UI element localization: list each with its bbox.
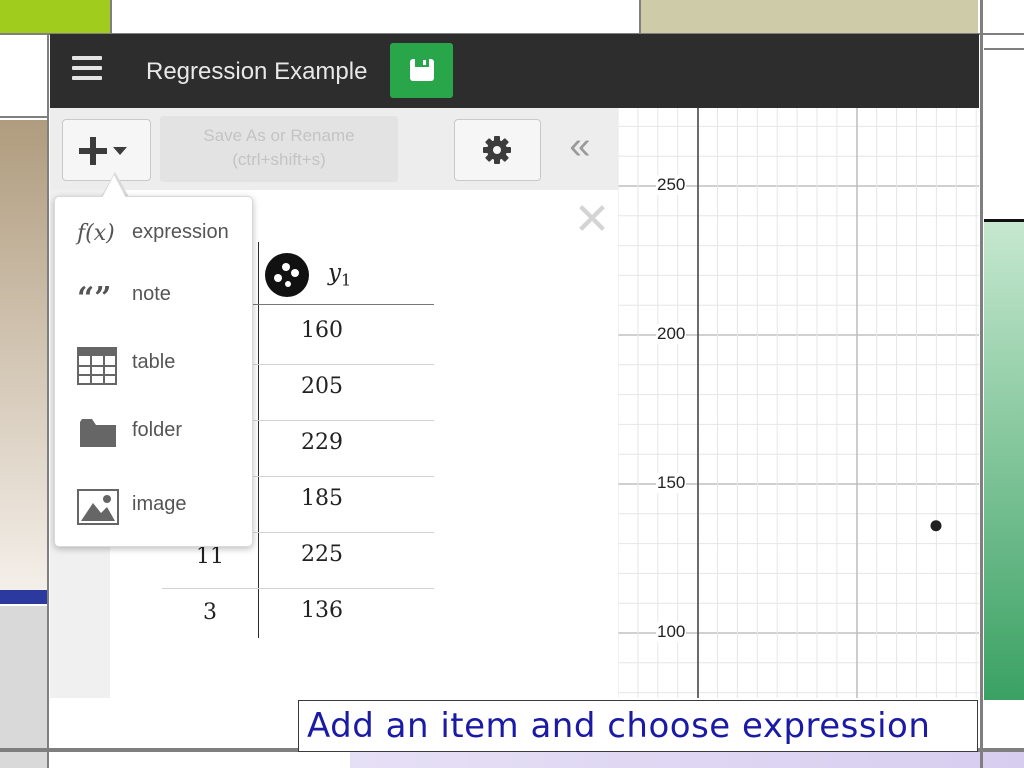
close-icon[interactable]: ✕ [572,198,612,242]
add-menu-item-label: table [132,351,176,373]
deco-gradient-left [0,120,47,590]
add-menu-item-label: note [132,283,171,305]
folder-icon [77,415,121,449]
data-point[interactable] [930,520,942,532]
table-icon [77,347,121,385]
frame-line-8 [639,0,641,33]
caption-text: Add an item and choose expression [307,706,931,746]
add-menu-item-table[interactable]: table [55,335,252,391]
table-y-cell[interactable]: 205 [262,374,382,399]
table-column-divider [258,242,259,638]
tooltip-line-1: Save As or Rename [203,126,355,145]
add-menu-item-label: image [132,493,187,515]
add-item-menu: f(x) expression “” note table folder image [54,175,253,547]
add-menu-item-folder[interactable]: folder [55,403,252,459]
y-tick-label: 100 [656,622,687,642]
deco-green-block [0,0,110,33]
collapse-list-icon[interactable]: « [560,127,600,168]
deco-blue-stripe [0,590,47,604]
y-header-sub: 1 [341,270,352,290]
add-menu-item-image[interactable]: image [55,477,252,533]
deco-olive-block [641,0,978,33]
y-tick-label: 150 [656,473,687,493]
slide-caption: Add an item and choose expression [298,700,978,752]
deco-black-line-right [984,219,1024,222]
caret-down-icon [113,147,127,155]
add-menu-item-note[interactable]: “” note [55,267,252,323]
graph-paper[interactable]: 250 200 150 100 [618,108,979,698]
settings-button[interactable] [454,119,541,181]
y-column-header[interactable]: y1 [328,260,351,290]
tooltip-line-2: (ctrl+shift+s) [232,150,326,169]
frame-line-6 [984,48,1024,50]
points-style-icon[interactable] [264,252,310,298]
graph-title[interactable]: Regression Example [146,58,367,86]
table-y-cell[interactable]: 160 [262,318,382,343]
table-x-cell[interactable]: 3 [162,600,258,625]
quote-icon: “” [77,281,112,316]
save-button[interactable] [390,43,453,98]
y-header-var: y [328,260,341,286]
frame-line-7 [110,0,112,33]
save-icon [410,59,434,81]
add-menu-item-label: folder [132,419,183,441]
hamburger-menu-icon[interactable] [72,56,104,82]
table-y-cell[interactable]: 136 [262,598,382,623]
function-icon: f(x) [77,221,115,246]
plus-icon [79,137,107,165]
y-tick-label: 250 [656,175,687,195]
save-as-tooltip: Save As or Rename (ctrl+shift+s) [160,116,398,182]
table-y-cell[interactable]: 225 [262,542,382,567]
deco-green-right [984,222,1024,700]
frame-line-2 [47,33,49,768]
frame-line-5 [0,116,47,118]
table-y-cell[interactable]: 229 [262,430,382,455]
add-menu-item-expression[interactable]: f(x) expression [55,205,252,261]
table-y-cell[interactable]: 185 [262,486,382,511]
frame-line-3 [980,0,983,768]
y-tick-label: 200 [656,324,687,344]
table-row-divider [162,588,434,589]
add-menu-item-label: expression [132,221,229,243]
deco-lavender-bottom [350,752,1024,768]
sidebar-toolbar: Save As or Rename (ctrl+shift+s) « [50,108,618,190]
graph-grid [618,108,979,698]
top-bar: Regression Example [50,34,979,108]
deco-gray-left [0,606,47,768]
image-icon [77,489,121,525]
add-menu-caret-fill [102,175,126,198]
table-x-cell[interactable]: 11 [162,544,258,569]
gear-icon [483,136,511,164]
